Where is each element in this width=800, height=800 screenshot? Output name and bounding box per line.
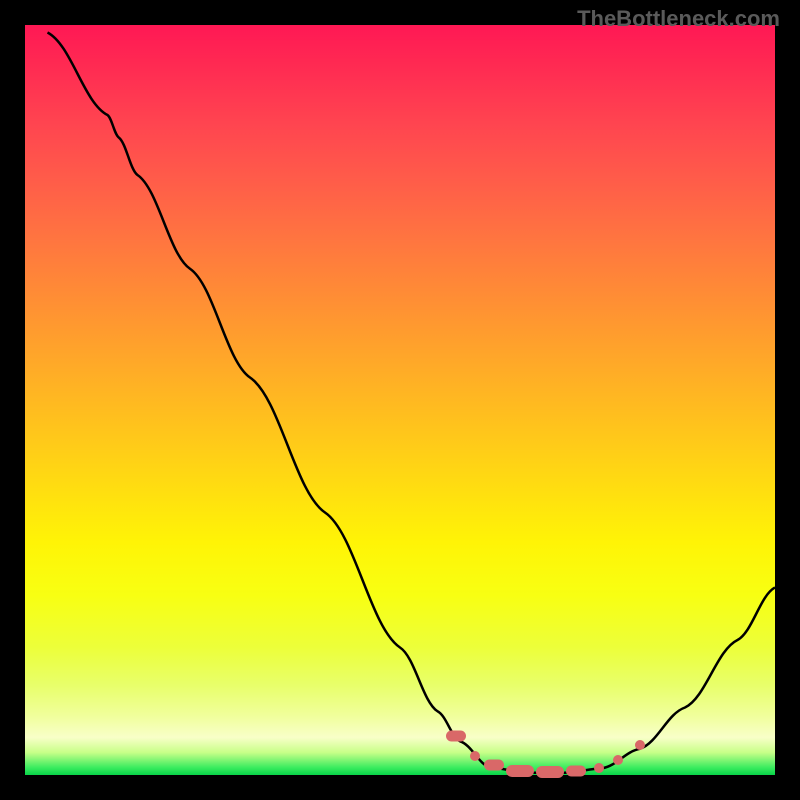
data-marker xyxy=(635,740,645,750)
chart-area xyxy=(25,25,775,775)
data-marker xyxy=(484,760,504,771)
data-marker xyxy=(594,763,604,773)
watermark-text: TheBottleneck.com xyxy=(577,6,780,32)
data-marker xyxy=(470,751,480,761)
data-marker xyxy=(566,766,586,777)
data-marker xyxy=(536,766,564,778)
data-markers xyxy=(25,25,775,775)
data-marker xyxy=(613,755,623,765)
data-marker xyxy=(446,731,466,742)
data-marker xyxy=(506,765,534,777)
